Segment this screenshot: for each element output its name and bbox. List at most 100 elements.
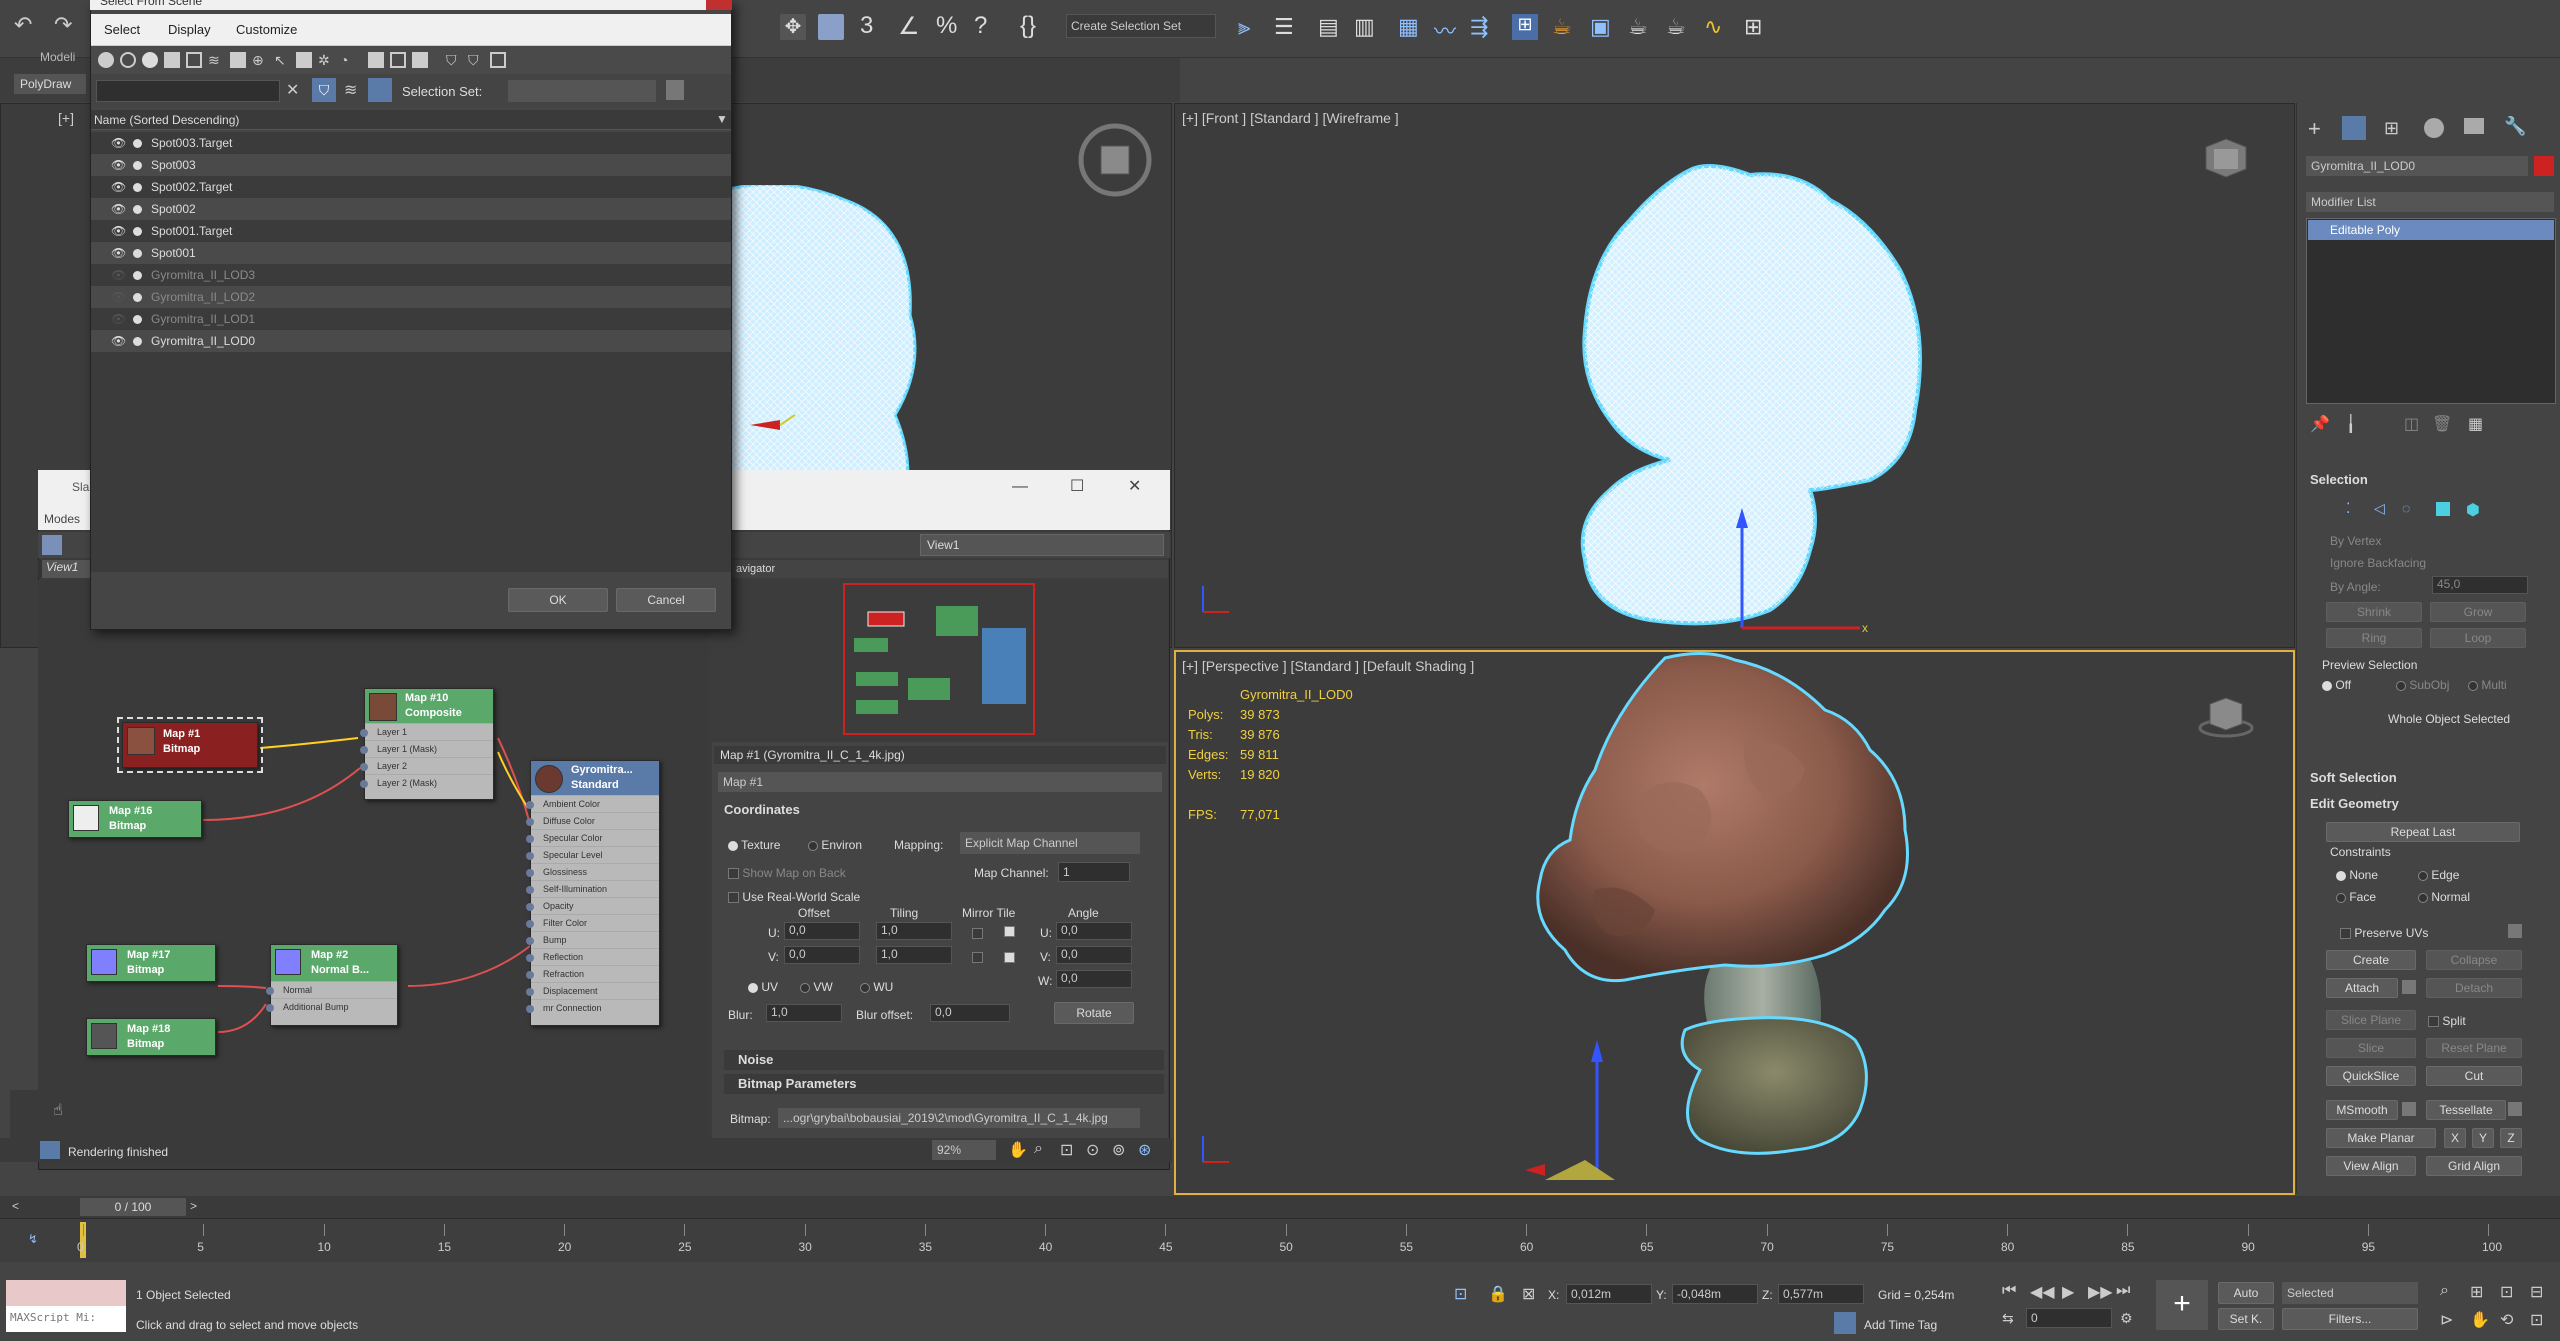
v-tile-checkbox[interactable] xyxy=(1004,949,1015,967)
hierarchy-icon[interactable] xyxy=(368,78,392,102)
u-tile-checkbox[interactable] xyxy=(1004,925,1015,937)
loop-button[interactable]: Loop xyxy=(2430,628,2526,648)
zoom-icon[interactable]: ⌕ xyxy=(1034,1140,1043,1158)
maxscript-listener[interactable] xyxy=(6,1280,126,1306)
move-icon[interactable]: ✥ xyxy=(780,14,806,40)
planar-z-button[interactable]: Z xyxy=(2500,1128,2522,1148)
node-gyro-slot[interactable]: Diffuse Color xyxy=(526,812,659,829)
filter-hidden-icon[interactable]: ◔ xyxy=(340,52,356,68)
slice-button[interactable]: Slice xyxy=(2326,1038,2416,1058)
constraint-normal-radio[interactable]: Normal xyxy=(2418,890,2470,904)
motion-tab-icon[interactable] xyxy=(2424,118,2444,138)
u-offset-field[interactable]: 0,0 xyxy=(784,922,860,940)
select-object-icon[interactable] xyxy=(818,14,844,40)
menu-display[interactable]: Display xyxy=(168,22,211,37)
environ-radio[interactable]: Environ xyxy=(808,838,862,852)
set-key-icon[interactable]: + xyxy=(2156,1280,2208,1330)
node-map1[interactable]: Map #1 Bitmap xyxy=(117,717,263,773)
display-invert-icon[interactable] xyxy=(412,52,428,68)
node-gyro-slot[interactable]: Filter Color xyxy=(526,914,659,931)
make-unique-icon[interactable]: ◫ xyxy=(2404,414,2419,434)
viewcube-perspective[interactable] xyxy=(2196,690,2256,740)
detach-button[interactable]: Detach xyxy=(2426,978,2522,998)
zoom-extents-all-icon[interactable]: ⊛ xyxy=(1138,1140,1151,1160)
hand-icon[interactable]: ✋ xyxy=(1008,1140,1028,1160)
utilities-tab-icon[interactable]: 🔧 xyxy=(2504,116,2526,137)
filter-box-icon[interactable] xyxy=(490,52,506,68)
msmooth-settings-icon[interactable] xyxy=(2402,1102,2416,1116)
edit-geometry-rollout[interactable]: Edit Geometry xyxy=(2310,796,2399,811)
object-name-field[interactable]: Gyromitra_II_LOD0 xyxy=(2306,156,2528,176)
slate-close-button[interactable]: ✕ xyxy=(1128,476,1141,496)
map-channel-spinner[interactable]: 1 xyxy=(1058,862,1130,882)
stack-item-editable-poly[interactable]: Editable Poly xyxy=(2308,220,2554,240)
activeshade-icon[interactable]: ∿ xyxy=(1704,14,1730,40)
node-map17[interactable]: Map #17 Bitmap xyxy=(86,944,216,982)
filter-xrefs-icon[interactable]: ⊕ xyxy=(252,52,268,68)
scene-list-item[interactable]: 👁 Spot002.Target xyxy=(91,176,731,198)
blur-offset-field[interactable]: 0,0 xyxy=(930,1004,1010,1022)
redo-icon[interactable]: ↷ xyxy=(54,14,76,36)
preview-off-radio[interactable]: Off xyxy=(2322,678,2351,692)
dope-sheet-icon[interactable]: ⇶ xyxy=(1470,14,1496,40)
time-tag-icon[interactable] xyxy=(1834,1312,1856,1334)
filter-spacewarps-icon[interactable]: ≋ xyxy=(208,52,224,68)
attach-settings-icon[interactable] xyxy=(2402,980,2416,994)
object-list[interactable]: 👁 Spot003.Target 👁 Spot003 👁 Spot002.Target 👁 S… xyxy=(91,132,731,572)
zoom-dropdown[interactable]: 92% xyxy=(932,1140,996,1160)
render-production-icon[interactable]: ☕ xyxy=(1628,14,1654,40)
clear-search-icon[interactable]: ✕ xyxy=(286,80,299,100)
curve-editor-icon[interactable]: 〰 xyxy=(1434,14,1460,44)
scene-list-item[interactable]: 👁 Spot003.Target xyxy=(91,132,731,154)
view1-dropdown[interactable]: View1 xyxy=(920,534,1164,556)
filter-frozen-icon[interactable]: ✲ xyxy=(318,52,334,68)
zoom-extents-icon[interactable]: ⊙ xyxy=(1086,1140,1099,1160)
create-button[interactable]: Create xyxy=(2326,950,2416,970)
node-map2-slot[interactable]: Normal xyxy=(266,981,397,998)
time-config-icon[interactable]: ⚙ xyxy=(2120,1310,2133,1327)
zoom-nav-icon[interactable]: ⌕ xyxy=(2440,1282,2449,1300)
view-align-button[interactable]: View Align xyxy=(2326,1156,2416,1176)
zoom-region-icon[interactable]: ⊡ xyxy=(1060,1140,1073,1160)
node-gyro-slot[interactable]: Glossiness xyxy=(526,863,659,880)
rotate-button[interactable]: Rotate xyxy=(1054,1002,1134,1024)
time-slider-prev-icon[interactable]: < xyxy=(12,1199,19,1213)
key-mode-icon[interactable]: ⇆ xyxy=(2002,1310,2014,1327)
scene-list-item[interactable]: 👁 Gyromitra_II_LOD3 xyxy=(91,264,731,286)
show-end-result-icon[interactable]: ╽ xyxy=(2346,414,2356,434)
filters-button[interactable]: Filters... xyxy=(2282,1308,2418,1330)
filter-cameras-icon[interactable] xyxy=(164,52,180,68)
eye-icon[interactable]: 👁 xyxy=(111,220,126,242)
object-color-swatch[interactable] xyxy=(2534,156,2554,176)
scene-list-item[interactable]: 👁 Gyromitra_II_LOD1 xyxy=(91,308,731,330)
node-gyromitra-material[interactable]: Gyromitra... Standard Ambient Color Diff… xyxy=(526,760,660,1026)
create-selection-set-dropdown[interactable]: Create Selection Set xyxy=(1066,14,1216,38)
selection-rollout[interactable]: Selection xyxy=(2310,472,2368,487)
pan-nav-icon[interactable]: ✋ xyxy=(2470,1310,2490,1330)
node-map18[interactable]: Map #18 Bitmap xyxy=(86,1018,216,1056)
hidden-eye-icon[interactable]: 👁 xyxy=(111,264,126,286)
grid-align-button[interactable]: Grid Align xyxy=(2426,1156,2522,1176)
soft-selection-rollout[interactable]: Soft Selection xyxy=(2310,770,2397,785)
fov-nav-icon[interactable]: ⊳ xyxy=(2440,1310,2453,1330)
preview-subobj-radio[interactable]: SubObj xyxy=(2396,678,2449,692)
msmooth-button[interactable]: MSmooth xyxy=(2326,1100,2398,1120)
show-map-on-back-checkbox[interactable]: Show Map on Back xyxy=(728,866,846,880)
tessellate-button[interactable]: Tessellate xyxy=(2426,1100,2506,1120)
bitmap-path-button[interactable]: ...ogr\grybai\bobausiai_2019\2\mod\Gyrom… xyxy=(778,1108,1140,1128)
slate-select-tool-icon[interactable] xyxy=(42,535,62,555)
ribbon-icon[interactable]: ▥ xyxy=(1354,14,1380,40)
modifier-stack[interactable] xyxy=(2306,218,2556,404)
time-slider-thumb[interactable]: 0 / 100 xyxy=(80,1198,186,1216)
by-angle-label[interactable]: By Angle: xyxy=(2330,580,2381,594)
node-gyro-slot[interactable]: Self-Illumination xyxy=(526,880,659,897)
selection-set-dropdown[interactable] xyxy=(508,80,656,102)
align-icon[interactable]: ☰ xyxy=(1274,14,1300,40)
next-frame-icon[interactable]: ▶▶ xyxy=(2088,1282,2113,1302)
by-angle-field[interactable]: 45,0 xyxy=(2432,576,2528,594)
maxscript-mini-field[interactable]: MAXScript Mi: xyxy=(6,1306,126,1332)
display-tab-icon[interactable] xyxy=(2464,118,2484,134)
constraint-edge-radio[interactable]: Edge xyxy=(2418,868,2459,882)
node-map16[interactable]: Map #16 Bitmap xyxy=(68,800,202,838)
hidden-eye-icon[interactable]: 👁 xyxy=(111,308,126,330)
